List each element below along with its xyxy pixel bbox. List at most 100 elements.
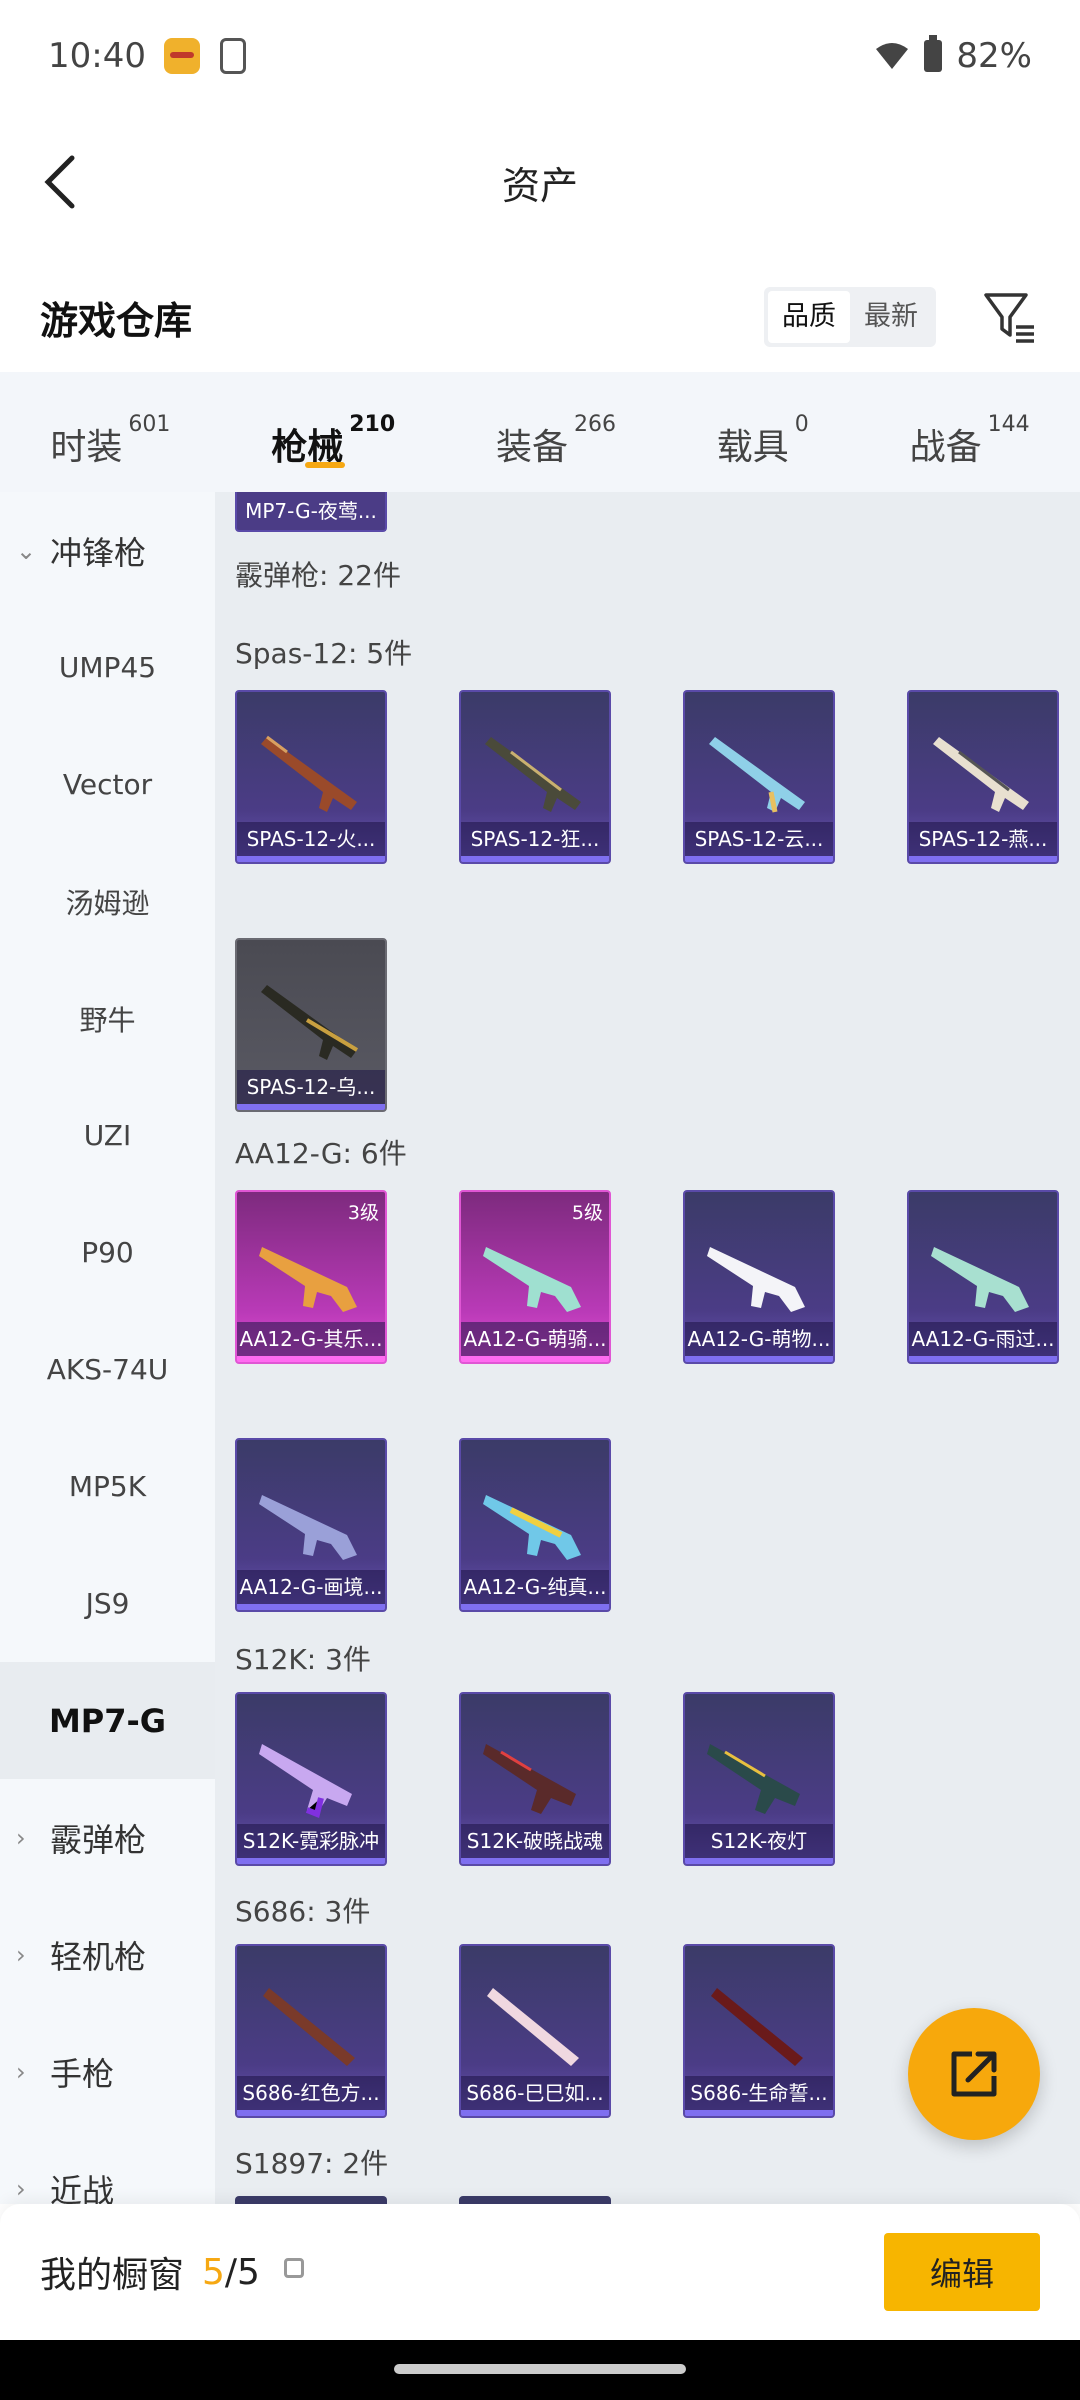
sidebar-group-smg[interactable]: ⌄ 冲锋枪 xyxy=(0,492,215,609)
sidebar-group-pistol[interactable]: › 手枪 xyxy=(0,2013,215,2130)
sidebar-item-uzi[interactable]: UZI xyxy=(0,1077,215,1194)
skin-card[interactable]: SPAS-12-燕... xyxy=(907,690,1059,864)
tab-label: 载具 xyxy=(716,427,789,468)
rifle-icon xyxy=(259,1744,352,1819)
tab-guns[interactable]: 枪械 210 xyxy=(271,382,395,482)
sidebar-group-lmg[interactable]: › 轻机枪 xyxy=(0,1896,215,2013)
sidebar-item-label: 冲锋枪 xyxy=(50,533,147,572)
tab-count: 0 xyxy=(794,412,809,437)
rarity-bar xyxy=(237,2110,385,2116)
sort-quality[interactable]: 品质 xyxy=(768,291,850,343)
sidebar-item-ump45[interactable]: UMP45 xyxy=(0,609,215,726)
sidebar-item-label: 近战 xyxy=(50,2171,115,2205)
sidebar-group-melee[interactable]: › 近战 xyxy=(0,2130,215,2205)
filter-button[interactable] xyxy=(980,287,1040,347)
weapon-group-label: S1897: 2件 xyxy=(235,2147,389,2180)
skin-name: AA12-G-画境... xyxy=(237,1570,385,1604)
phone-sync-icon xyxy=(219,38,246,74)
active-tab-indicator xyxy=(305,462,346,468)
filter-icon xyxy=(984,293,1034,343)
skin-card[interactable]: AA12-G-雨过... xyxy=(907,1190,1059,1364)
battery-level: 82% xyxy=(956,36,1032,76)
rarity-bar xyxy=(685,856,833,862)
skin-card[interactable]: S12K-夜灯 xyxy=(683,1692,835,1866)
skin-card[interactable]: SPAS-12-火... xyxy=(235,690,387,864)
sidebar-item-mp7g[interactable]: MP7-G xyxy=(0,1662,215,1779)
skin-card[interactable]: 5级 AA12-G-萌骑... xyxy=(459,1190,611,1364)
skin-card[interactable]: S686-红色方... xyxy=(235,1944,387,2118)
skin-name: MP7-G-夜莺... xyxy=(245,499,377,523)
rarity-bar xyxy=(685,1858,833,1864)
game-app-icon xyxy=(163,38,200,74)
skin-name: S686-生命誓... xyxy=(685,2076,833,2110)
sidebar-item-bizon[interactable]: 野牛 xyxy=(0,960,215,1077)
tab-count: 210 xyxy=(349,412,396,437)
skin-card[interactable]: 3级 AA12-G-其乐... xyxy=(235,1190,387,1364)
battery-icon xyxy=(924,35,943,72)
sort-latest[interactable]: 最新 xyxy=(850,291,932,343)
skin-name: SPAS-12-乌... xyxy=(237,1070,385,1104)
back-button[interactable] xyxy=(30,152,90,212)
skin-card[interactable]: SPAS-12-云... xyxy=(683,690,835,864)
sidebar-item-label: 手枪 xyxy=(50,2054,115,2093)
skin-card[interactable]: S686-巳巳如... xyxy=(459,1944,611,2118)
shotgun-icon xyxy=(261,985,359,1060)
home-gesture-handle[interactable] xyxy=(394,2364,686,2374)
sidebar-item-label: 霰弹枪 xyxy=(50,1820,147,1859)
rarity-bar xyxy=(685,2110,833,2116)
weapon-type-sidebar: ⌄ 冲锋枪 UMP45 Vector 汤姆逊 野牛 UZI P90 AKS-74U… xyxy=(0,492,215,2204)
weapon-group-label: S686: 3件 xyxy=(235,1895,371,1928)
weapon-group-label: Spas-12: 5件 xyxy=(235,637,413,670)
warehouse-header: 游戏仓库 品质 最新 xyxy=(0,262,1080,372)
rifle-icon xyxy=(707,1744,800,1814)
skin-name: S12K-夜灯 xyxy=(685,1824,833,1858)
skin-card[interactable]: AA12-G-纯真... xyxy=(459,1438,611,1612)
skin-card[interactable]: AA12-G-萌物... xyxy=(683,1190,835,1364)
skin-card-partial[interactable] xyxy=(459,2196,611,2204)
skin-card-partial[interactable]: MP7-G-夜莺... xyxy=(235,492,387,532)
sort-toggle: 品质 最新 xyxy=(764,287,936,347)
status-time: 10:40 xyxy=(48,36,146,76)
skin-card[interactable]: S686-生命誓... xyxy=(683,1944,835,2118)
rarity-bar xyxy=(237,1858,385,1864)
rifle-icon xyxy=(483,1247,581,1312)
skin-card[interactable]: S12K-破晓战魂 xyxy=(459,1692,611,1866)
sidebar-group-shotgun[interactable]: › 霰弹枪 xyxy=(0,1779,215,1896)
page-title: 资产 xyxy=(501,163,578,208)
skin-card[interactable]: SPAS-12-乌... xyxy=(235,938,387,1112)
chevron-down-icon: ⌄ xyxy=(16,536,37,565)
rifle-icon xyxy=(483,1495,581,1560)
shotgun-icon xyxy=(261,735,357,812)
sidebar-item-js9[interactable]: JS9 xyxy=(0,1545,215,1662)
rarity-bar xyxy=(461,2110,609,2116)
tab-vehicles[interactable]: 载具 0 xyxy=(717,382,809,482)
share-fab[interactable] xyxy=(908,2008,1040,2140)
rarity-bar xyxy=(909,1356,1057,1362)
sidebar-item-vector[interactable]: Vector xyxy=(0,726,215,843)
edit-button[interactable]: 编辑 xyxy=(884,2233,1040,2311)
skin-card[interactable]: AA12-G-画境... xyxy=(235,1438,387,1612)
rifle-icon xyxy=(259,1247,357,1312)
shotgun-icon xyxy=(709,737,805,813)
sidebar-item-p90[interactable]: P90 xyxy=(0,1194,215,1311)
sidebar-item-mp5k[interactable]: MP5K xyxy=(0,1428,215,1545)
category-tabs: 时装 601 枪械 210 装备 266 载具 0 战备 144 xyxy=(0,372,1080,492)
skin-card[interactable]: SPAS-12-狂... xyxy=(459,690,611,864)
rarity-bar xyxy=(461,856,609,862)
sidebar-item-aks74u[interactable]: AKS-74U xyxy=(0,1311,215,1428)
skin-card-partial[interactable] xyxy=(235,2196,387,2204)
shotgun-icon xyxy=(263,1988,355,2066)
shotgun-icon xyxy=(487,1988,579,2066)
section-title: 游戏仓库 xyxy=(40,298,193,343)
status-bar: 10:40 82% xyxy=(0,0,1080,112)
chevron-right-icon: › xyxy=(16,2174,26,2203)
skin-name: S686-巳巳如... xyxy=(461,2076,609,2110)
skin-name: AA12-G-其乐... xyxy=(237,1322,385,1356)
skin-card[interactable]: S12K-霓彩脉冲 xyxy=(235,1692,387,1866)
tab-fashion[interactable]: 时装 601 xyxy=(50,382,170,482)
showcase-count: 5/5 xyxy=(202,2252,260,2293)
sidebar-item-thompson[interactable]: 汤姆逊 xyxy=(0,843,215,960)
tab-battle-prep[interactable]: 战备 144 xyxy=(910,382,1030,482)
category-count-label: 霰弹枪: 22件 xyxy=(235,559,401,592)
tab-equipment[interactable]: 装备 266 xyxy=(496,382,616,482)
